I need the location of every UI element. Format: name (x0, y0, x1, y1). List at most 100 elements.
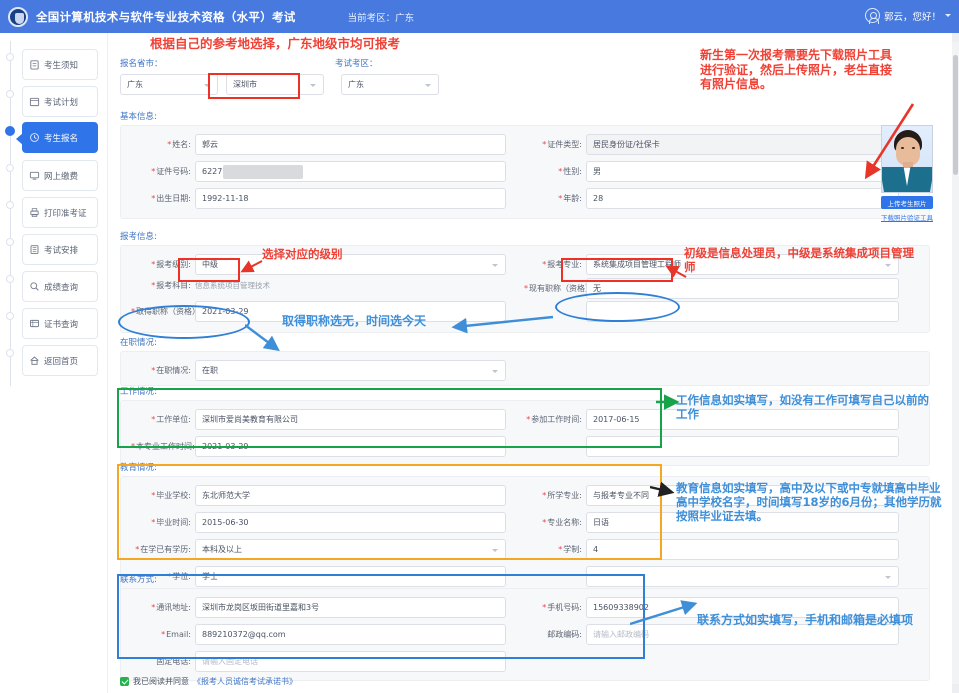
chevron-down-icon[interactable] (945, 14, 951, 17)
name-field-row: *姓名: 郭云 (131, 134, 506, 155)
required-mark: * (558, 167, 563, 176)
notice-icon (29, 59, 40, 70)
monitor-icon (29, 170, 40, 181)
required-mark: * (558, 194, 563, 203)
age-input[interactable]: 28 (586, 188, 899, 209)
highlight-box-work (117, 388, 662, 448)
sidebar-item-registration[interactable]: 考生报名 (16, 122, 98, 153)
arrow-to-work (656, 394, 680, 410)
basic-info-section-title: 基本信息: (120, 112, 157, 122)
agreement-link[interactable]: 《报考人员诚信考试承诺书》 (193, 676, 297, 687)
sidebar-item-candidate-notice[interactable]: 考生须知 (22, 49, 98, 80)
annotation-major-note: 初级是信息处理员，中级是系统集成项目管理 师 (684, 246, 914, 275)
highlight-box-contact (117, 574, 645, 659)
calendar-icon (29, 96, 40, 107)
required-mark: * (151, 366, 156, 375)
highlight-ellipse-current-title (555, 292, 680, 322)
employment-status-label: 在职情况: (156, 366, 191, 375)
idtype-field-row: *证件类型: 居民身份证/社保卡 (524, 134, 899, 155)
gender-input[interactable]: 男 (586, 161, 899, 182)
required-mark: * (167, 140, 172, 149)
required-mark: * (151, 194, 156, 203)
idtype-select[interactable]: 居民身份证/社保卡 (586, 134, 899, 155)
home-icon (29, 355, 40, 366)
rail-dot (6, 312, 14, 320)
employment-status-row: *在职情况: 在职 (131, 360, 506, 381)
required-mark: * (151, 260, 156, 269)
current-region: 当前考区：广东 (348, 10, 415, 24)
sidebar-item-online-payment[interactable]: 网上缴费 (22, 160, 98, 191)
download-photo-tool-link[interactable]: 下载照片验证工具 (881, 212, 936, 222)
birth-input[interactable]: 1992-11-18 (195, 188, 506, 209)
required-mark: * (524, 284, 528, 293)
sidebar: 考生须知 考试计划 考生报名 网上缴费 打印准考证 考试安排 成绩查询 证书查询… (0, 33, 107, 693)
name-label: 姓名: (172, 140, 191, 149)
highlight-box-major (561, 258, 673, 282)
upload-photo-button[interactable]: 上传考生照片 (881, 196, 933, 209)
idno-label: 证件号码: (156, 167, 191, 176)
scroll-up-arrow[interactable] (952, 33, 959, 42)
annotation-region-note: 根据自己的参考地选择，广东地级市均可报考 (150, 36, 401, 51)
annotation-level-note: 选择对应的级别 (262, 247, 343, 261)
required-mark: * (151, 280, 156, 290)
sidebar-item-label: 成绩查询 (44, 282, 79, 293)
province-value: 广东 (127, 80, 143, 89)
list-icon (29, 244, 40, 255)
idno-value: 6227 (202, 167, 223, 176)
age-label: 年龄: (563, 194, 582, 203)
arrow-to-level (240, 260, 263, 273)
birth-label: 出生日期: (156, 194, 191, 203)
vertical-scrollbar[interactable] (952, 33, 959, 693)
site-logo-icon (8, 6, 28, 27)
required-mark: * (151, 167, 156, 176)
subject-value: 信息系统项目管理技术 (195, 280, 270, 290)
idno-input[interactable]: 6227 (195, 161, 506, 182)
idtype-value: 居民身份证/社保卡 (593, 140, 660, 149)
user-menu[interactable]: 郭云，您好！ (864, 8, 951, 24)
rail-dot (6, 275, 14, 283)
page-title: 全国计算机技术与软件专业技术资格（水平）考试 (36, 9, 296, 24)
arrow-to-contact (630, 600, 698, 626)
rail-dot (6, 201, 14, 209)
scrollbar-thumb[interactable] (953, 55, 958, 175)
exam-area-label: 考试考区： (335, 59, 378, 69)
exam-info-section-title: 报考信息: (120, 232, 157, 242)
name-value: 郭云 (202, 140, 218, 149)
highlight-box-education (117, 464, 662, 560)
rail-dot-active (5, 126, 15, 136)
required-mark: * (542, 140, 547, 149)
name-input[interactable]: 郭云 (195, 134, 506, 155)
employment-status-select[interactable]: 在职 (195, 360, 506, 381)
user-greeting: 郭云，您好！ (883, 11, 941, 23)
sidebar-item-home[interactable]: 返回首页 (22, 345, 98, 376)
exam-area-value: 广东 (348, 80, 364, 89)
idno-redaction-mask (223, 164, 304, 179)
province-select[interactable]: 广东 (120, 74, 218, 95)
clock-icon (29, 132, 40, 143)
sidebar-item-label: 返回首页 (44, 356, 79, 367)
basic-info-panel: *姓名: 郭云 *证件类型: 居民身份证/社保卡 *证件号码: 6227 *性别… (120, 125, 930, 219)
age-value: 28 (593, 194, 604, 203)
certificate-icon (29, 318, 40, 329)
sidebar-item-label: 证书查询 (44, 319, 79, 330)
arrow-to-photo (864, 103, 915, 180)
highlight-box-level (178, 258, 240, 282)
required-mark: * (542, 260, 547, 269)
sidebar-item-score-query[interactable]: 成绩查询 (22, 271, 98, 302)
agreement-checkbox[interactable] (120, 677, 129, 686)
employment-status-value: 在职 (202, 366, 218, 375)
page-root: 全国计算机技术与软件专业技术资格（水平）考试 当前考区：广东 郭云，您好！ 考生… (0, 0, 959, 693)
scroll-down-arrow[interactable] (952, 684, 959, 693)
exam-area-select[interactable]: 广东 (341, 74, 439, 95)
printer-icon (29, 207, 40, 218)
agreement-row[interactable]: 我已阅读并同意 《报考人员诚信考试承诺书》 (120, 676, 297, 687)
sidebar-item-print-admission[interactable]: 打印准考证 (22, 197, 98, 228)
sidebar-item-label: 考生须知 (44, 60, 79, 71)
arrow-to-major (665, 265, 687, 278)
idno-field-row: *证件号码: 6227 (131, 161, 506, 182)
sidebar-item-exam-plan[interactable]: 考试计划 (22, 86, 98, 117)
search-icon (29, 281, 40, 292)
arrows-title-note (245, 315, 554, 352)
sidebar-item-exam-schedule[interactable]: 考试安排 (22, 234, 98, 265)
sidebar-item-certificate-query[interactable]: 证书查询 (22, 308, 98, 339)
